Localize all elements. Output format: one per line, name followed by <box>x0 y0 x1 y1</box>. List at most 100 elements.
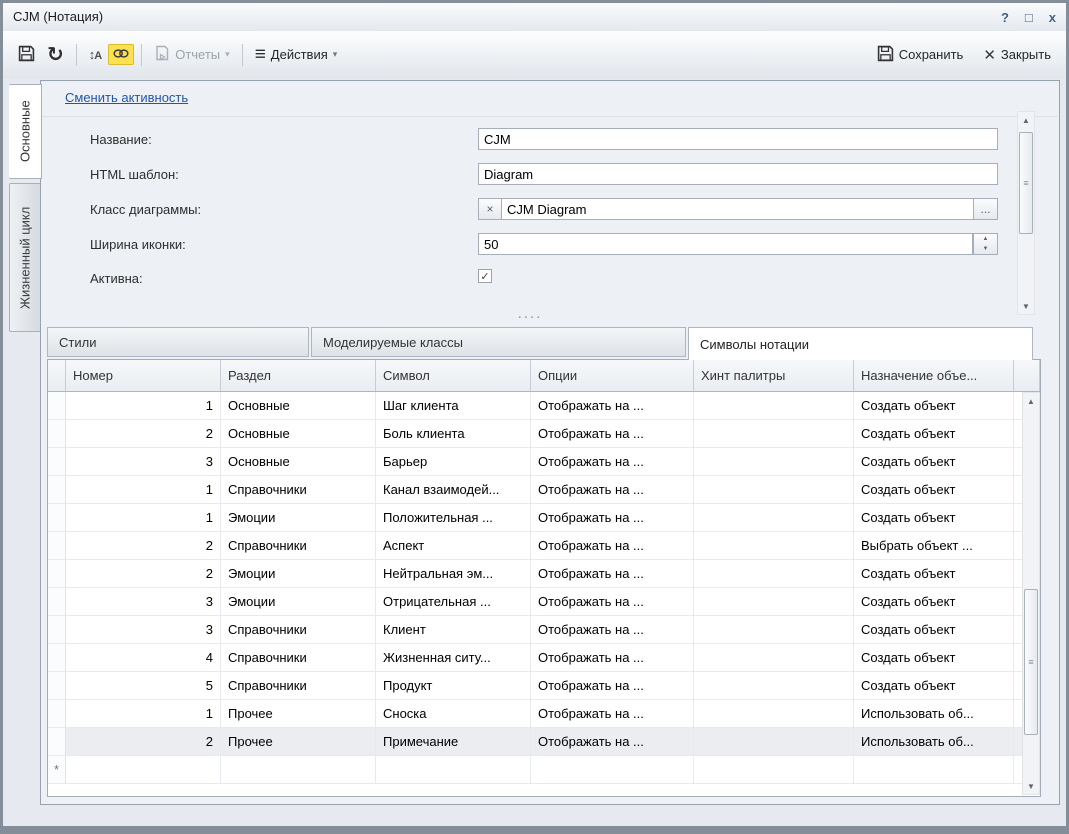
table-cell[interactable]: Отображать на ... <box>531 420 694 447</box>
table-cell[interactable]: Создать объект <box>854 448 1014 475</box>
table-cell[interactable]: 3 <box>66 616 221 643</box>
table-cell[interactable] <box>694 616 854 643</box>
row-indicator[interactable] <box>48 672 66 699</box>
row-indicator[interactable] <box>48 532 66 559</box>
table-cell[interactable]: Отображать на ... <box>531 392 694 419</box>
table-cell[interactable]: Использовать об... <box>854 728 1014 755</box>
row-indicator[interactable] <box>48 644 66 671</box>
table-cell[interactable] <box>854 756 1014 783</box>
table-cell[interactable]: 1 <box>66 504 221 531</box>
table-cell[interactable]: Жизненная ситу... <box>376 644 531 671</box>
table-cell[interactable]: Аспект <box>376 532 531 559</box>
row-indicator[interactable] <box>48 700 66 727</box>
table-cell[interactable]: Эмоции <box>221 588 376 615</box>
html-template-input[interactable] <box>478 163 998 185</box>
save-button[interactable]: Сохранить <box>872 42 969 68</box>
table-scrollbar[interactable]: ▲ ≡ ▼ <box>1022 392 1040 795</box>
table-cell[interactable] <box>694 700 854 727</box>
table-cell[interactable]: Отображать на ... <box>531 588 694 615</box>
table-cell[interactable]: Примечание <box>376 728 531 755</box>
table-cell[interactable] <box>66 756 221 783</box>
table-cell[interactable] <box>694 560 854 587</box>
table-cell[interactable]: Создать объект <box>854 392 1014 419</box>
table-cell[interactable]: Отображать на ... <box>531 504 694 531</box>
table-cell[interactable]: Использовать об... <box>854 700 1014 727</box>
table-cell[interactable]: Основные <box>221 392 376 419</box>
table-cell[interactable]: Справочники <box>221 644 376 671</box>
link-toggle-button[interactable] <box>108 44 134 65</box>
table-cell[interactable]: Клиент <box>376 616 531 643</box>
row-indicator[interactable] <box>48 588 66 615</box>
splitter-handle[interactable]: .... <box>41 309 1019 319</box>
table-row[interactable]: 2ПрочееПримечаниеОтображать на ... Исполь… <box>48 728 1040 756</box>
lookup-button[interactable]: ... <box>973 198 998 220</box>
table-cell[interactable]: Справочники <box>221 532 376 559</box>
table-cell[interactable]: Положительная ... <box>376 504 531 531</box>
table-cell[interactable]: Основные <box>221 448 376 475</box>
table-cell[interactable]: 1 <box>66 700 221 727</box>
column-header-purpose[interactable]: Назначение объе... <box>854 360 1014 391</box>
spin-up-icon[interactable]: ▲ <box>974 234 997 244</box>
table-row[interactable]: 1ЭмоцииПоложительная ...Отображать на ..… <box>48 504 1040 532</box>
table-cell[interactable]: Создать объект <box>854 420 1014 447</box>
table-cell[interactable]: Создать объект <box>854 476 1014 503</box>
table-cell[interactable]: Выбрать объект ... <box>854 532 1014 559</box>
spin-down-icon[interactable]: ▼ <box>974 244 997 254</box>
table-cell[interactable]: Справочники <box>221 672 376 699</box>
table-cell[interactable] <box>694 504 854 531</box>
table-cell[interactable] <box>221 756 376 783</box>
row-indicator[interactable] <box>48 560 66 587</box>
table-cell[interactable]: Барьер <box>376 448 531 475</box>
table-cell[interactable]: 1 <box>66 392 221 419</box>
name-input[interactable] <box>478 128 998 150</box>
font-size-button[interactable]: ↕A <box>84 44 106 65</box>
active-checkbox[interactable]: ✓ <box>478 269 492 283</box>
table-cell[interactable]: Отображать на ... <box>531 728 694 755</box>
new-row-indicator[interactable]: * <box>48 756 66 783</box>
reports-button[interactable]: Отчеты ▾ <box>149 42 234 67</box>
row-indicator[interactable] <box>48 616 66 643</box>
scroll-down-icon[interactable]: ▼ <box>1023 778 1039 794</box>
table-cell[interactable]: 2 <box>66 728 221 755</box>
quantity-stepper[interactable]: ▲ ▼ <box>973 233 998 255</box>
close-button[interactable]: ✕ Закрыть <box>978 43 1056 67</box>
close-window-icon[interactable]: x <box>1049 10 1056 25</box>
scroll-down-icon[interactable]: ▼ <box>1018 298 1034 314</box>
table-cell[interactable]: Эмоции <box>221 560 376 587</box>
column-header-section[interactable]: Раздел <box>221 360 376 391</box>
table-cell[interactable]: 2 <box>66 532 221 559</box>
table-cell[interactable]: Боль клиента <box>376 420 531 447</box>
table-cell[interactable]: Канал взаимодей... <box>376 476 531 503</box>
table-cell[interactable]: Создать объект <box>854 588 1014 615</box>
table-cell[interactable]: Отображать на ... <box>531 448 694 475</box>
table-cell[interactable]: Создать объект <box>854 616 1014 643</box>
table-cell[interactable]: 3 <box>66 448 221 475</box>
table-cell[interactable]: Отображать на ... <box>531 616 694 643</box>
table-cell[interactable]: Продукт <box>376 672 531 699</box>
table-cell[interactable]: Отображать на ... <box>531 560 694 587</box>
table-cell[interactable]: Нейтральная эм... <box>376 560 531 587</box>
table-cell[interactable] <box>694 672 854 699</box>
table-cell[interactable] <box>694 728 854 755</box>
help-icon[interactable]: ? <box>1001 10 1009 25</box>
table-row[interactable]: 4СправочникиЖизненная ситу...Отображать … <box>48 644 1040 672</box>
table-row[interactable]: 3ОсновныеБарьерОтображать на ... Создать … <box>48 448 1040 476</box>
row-indicator[interactable] <box>48 728 66 755</box>
table-cell[interactable]: 2 <box>66 560 221 587</box>
table-row[interactable]: 1ОсновныеШаг клиентаОтображать на ...Соз… <box>48 392 1040 420</box>
table-cell[interactable] <box>531 756 694 783</box>
table-cell[interactable]: Отображать на ... <box>531 476 694 503</box>
table-row[interactable]: 5СправочникиПродуктОтображать на ...Созд… <box>48 672 1040 700</box>
table-row[interactable]: 3СправочникиКлиентОтображать на ...Созда… <box>48 616 1040 644</box>
clear-button[interactable]: × <box>478 198 502 220</box>
table-cell[interactable]: Прочее <box>221 728 376 755</box>
change-activity-link[interactable]: Сменить активность <box>65 90 188 105</box>
row-indicator[interactable] <box>48 448 66 475</box>
table-cell[interactable] <box>376 756 531 783</box>
table-row[interactable]: 2ОсновныеБоль клиентаОтображать на ...Со… <box>48 420 1040 448</box>
table-cell[interactable]: Создать объект <box>854 504 1014 531</box>
column-header-symbol[interactable]: Символ <box>376 360 531 391</box>
scroll-up-icon[interactable]: ▲ <box>1018 112 1034 128</box>
row-indicator[interactable] <box>48 420 66 447</box>
side-tab-lifecycle[interactable]: Жизненный цикл <box>9 183 41 332</box>
